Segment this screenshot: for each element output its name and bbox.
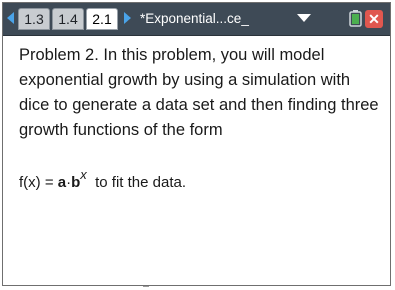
next-page-arrow-icon[interactable]	[124, 12, 131, 24]
battery-icon	[349, 10, 362, 27]
problem-description: Problem 2. In this problem, you will mod…	[19, 46, 379, 139]
formula-a: a	[57, 174, 67, 191]
tab-2-1[interactable]: 2.1	[86, 8, 118, 30]
document-title: *Exponential...ce_	[140, 11, 249, 26]
formula-line: f(x) = a·bx to fit the data.	[19, 167, 187, 191]
problem-text-area: Problem 2. In this problem, you will mod…	[19, 43, 383, 143]
formula-prefix: f(x) =	[19, 174, 58, 191]
scroll-indicator	[143, 286, 149, 287]
app-window: 1.3 1.4 2.1 *Exponential...ce_ ✕ Problem…	[2, 2, 391, 287]
formula-exponent: x	[80, 167, 87, 182]
formula-b: b	[71, 174, 81, 191]
chevron-down-icon[interactable]	[297, 14, 311, 22]
formula-suffix: to fit the data.	[86, 174, 187, 191]
document-toolbar: 1.3 1.4 2.1 *Exponential...ce_ ✕	[3, 3, 390, 36]
tab-1-4[interactable]: 1.4	[52, 8, 84, 30]
previous-page-arrow-icon[interactable]	[7, 12, 14, 24]
close-icon[interactable]: ✕	[365, 10, 383, 28]
tab-1-3[interactable]: 1.3	[18, 8, 50, 30]
